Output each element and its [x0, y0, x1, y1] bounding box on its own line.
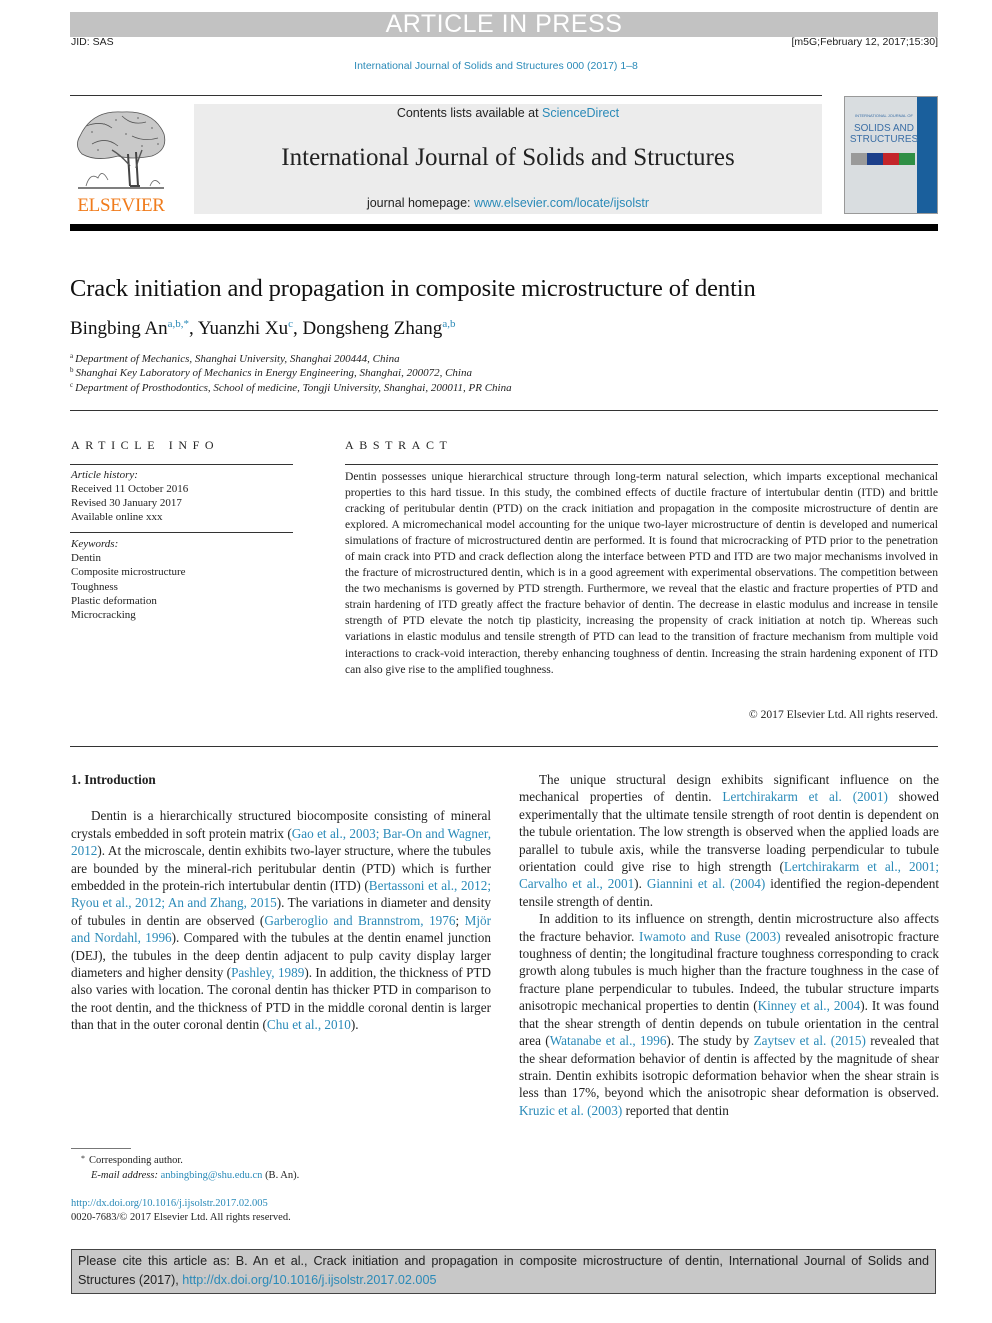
footnote-text: Corresponding author.	[89, 1155, 183, 1166]
email-label: E-mail address:	[91, 1170, 161, 1181]
doi-line: http://dx.doi.org/10.1016/j.ijsolstr.201…	[71, 1198, 268, 1209]
body-text: ).	[350, 1017, 359, 1033]
cover-title-line-1: SOLIDS AND	[853, 123, 915, 134]
keyword: Dentin	[71, 552, 101, 564]
header-thick-rule	[70, 224, 938, 231]
affiliation-text: Shanghai Key Laboratory of Mechanics in …	[75, 367, 472, 379]
abstract-heading: ABSTRACT	[345, 438, 453, 452]
affiliation-text: Department of Prosthodontics, School of …	[75, 382, 512, 394]
body-text: ).	[634, 876, 647, 892]
elsevier-wordmark: ELSEVIER	[77, 195, 165, 216]
affiliation-a: a Department of Mechanics, Shanghai Unive…	[70, 352, 400, 365]
corresponding-author-note: * Corresponding author.	[81, 1154, 183, 1166]
citation-link[interactable]: Zaytsev et al. (2015)	[754, 1033, 866, 1048]
email-note: E-mail address: anbingbing@shu.edu.cn (B…	[91, 1170, 299, 1181]
author-name[interactable]: Bingbing An	[70, 318, 168, 339]
divider	[345, 464, 938, 465]
jid-label: JID: SAS	[71, 36, 114, 48]
author-name[interactable]: Dongsheng Zhang	[302, 318, 442, 339]
doi-link[interactable]: http://dx.doi.org/10.1016/j.ijsolstr.201…	[71, 1198, 268, 1209]
citation-link[interactable]: Watanabe et al., 1996	[550, 1033, 667, 1048]
journal-cover-thumbnail[interactable]: INTERNATIONAL JOURNAL OF SOLIDS AND STRU…	[844, 96, 938, 214]
email-suffix: (B. An).	[262, 1170, 300, 1181]
history-received: Received 11 October 2016	[71, 483, 189, 495]
abstract-text: Dentin possesses unique hierarchical str…	[345, 470, 938, 676]
keywords-label: Keywords:	[71, 538, 119, 550]
section-heading: 1. Introduction	[71, 772, 156, 787]
citation-box: Please cite this article as: B. An et al…	[71, 1249, 936, 1294]
citation-link[interactable]: Lertchirakarm et al. (2001)	[722, 789, 887, 804]
contents-prefix: Contents lists available at	[396, 106, 543, 120]
keyword: Microcracking	[71, 609, 136, 621]
affiliation-key: c	[70, 381, 74, 389]
journal-title: International Journal of Solids and Stru…	[281, 144, 735, 171]
abstract-copyright: © 2017 Elsevier Ltd. All rights reserved…	[748, 708, 938, 721]
citation-link[interactable]: Kruzic et al. (2003)	[519, 1103, 622, 1118]
citation-link[interactable]: Chu et al., 2010	[267, 1017, 351, 1032]
affiliation-b: b Shanghai Key Laboratory of Mechanics in…	[70, 366, 472, 379]
contents-line: Contents lists available at ScienceDirec…	[194, 106, 822, 120]
divider	[70, 532, 293, 533]
history-label: Article history:	[71, 469, 138, 481]
body-paragraph: In addition to its influence on strength…	[519, 910, 939, 1119]
history-available: Available online xxx	[71, 511, 163, 523]
author-name[interactable]: Yuanzhi Xu	[198, 318, 288, 339]
body-text: reported that dentin	[622, 1102, 729, 1118]
sciencedirect-link[interactable]: ScienceDirect	[542, 106, 619, 120]
header-top-rule	[70, 95, 822, 96]
keyword: Composite microstructure	[71, 566, 186, 578]
cover-strip-green	[899, 153, 915, 165]
footnote-mark: *	[81, 1154, 85, 1163]
issn-line: 0020-7683/© 2017 Elsevier Ltd. All right…	[71, 1212, 291, 1223]
divider	[70, 746, 938, 747]
keyword: Plastic deformation	[71, 595, 157, 607]
author-list: Bingbing Ana,b,*, Yuanzhi Xuc, Dongsheng…	[70, 318, 455, 340]
citation-link[interactable]: Garberoglio and Brannstrom, 1976	[264, 913, 455, 928]
homepage-line: journal homepage: www.elsevier.com/locat…	[194, 196, 822, 210]
body-paragraph: Dentin is a hierarchically structured bi…	[71, 807, 491, 1033]
citation-link[interactable]: Iwamoto and Ruse (2003)	[639, 929, 781, 944]
citation-link[interactable]: Kinney et al., 2004	[758, 998, 861, 1013]
divider	[70, 464, 293, 465]
email-link[interactable]: anbingbing@shu.edu.cn	[161, 1170, 263, 1181]
journal-reference-link[interactable]: International Journal of Solids and Stru…	[0, 60, 992, 72]
cover-strip-gray	[851, 153, 867, 165]
keyword: Toughness	[71, 581, 118, 593]
body-column-right: The unique structural design exhibits si…	[519, 771, 939, 1119]
cover-small-line: INTERNATIONAL JOURNAL OF	[855, 113, 913, 118]
body-text: ;	[455, 912, 465, 928]
body-column-left: 1. Introduction Dentin is a hierarchical…	[71, 771, 491, 1034]
citation-link[interactable]: Pashley, 1989	[231, 965, 304, 980]
footnote-rule	[71, 1148, 131, 1149]
affiliation-key: b	[70, 366, 74, 374]
divider	[70, 410, 938, 411]
citation-doi-link[interactable]: http://dx.doi.org/10.1016/j.ijsolstr.201…	[182, 1273, 436, 1287]
elsevier-tree-icon	[77, 111, 166, 189]
homepage-prefix: journal homepage:	[366, 196, 474, 210]
journal-homepage-link[interactable]: www.elsevier.com/locate/ijsolstr	[474, 196, 649, 210]
body-paragraph: The unique structural design exhibits si…	[519, 771, 939, 910]
author-affiliation-marks[interactable]: a,b	[442, 318, 455, 330]
elsevier-logo[interactable]: ELSEVIER	[70, 100, 172, 218]
cover-title-line-2: STRUCTURES	[849, 134, 919, 145]
article-in-press-banner: ARTICLE IN PRESS	[70, 12, 938, 37]
article-info-heading: ARTICLE INFO	[71, 438, 220, 452]
affiliation-text: Department of Mechanics, Shanghai Univer…	[75, 353, 400, 365]
history-revised: Revised 30 January 2017	[71, 497, 182, 509]
affiliation-c: c Department of Prosthodontics, School of…	[70, 381, 512, 394]
author-separator: ,	[189, 318, 198, 339]
article-title: Crack initiation and propagation in comp…	[70, 275, 756, 302]
build-stamp: [m5G;February 12, 2017;15:30]	[791, 36, 938, 48]
cover-strip-blue	[867, 153, 883, 165]
body-text: ). The study by	[666, 1033, 754, 1049]
author-affiliation-marks[interactable]: a,b,*	[168, 318, 189, 330]
affiliation-key: a	[70, 352, 74, 360]
cover-strip-red	[883, 153, 899, 165]
journal-header-box: Contents lists available at ScienceDirec…	[194, 104, 822, 214]
citation-link[interactable]: Giannini et al. (2004)	[647, 876, 765, 891]
